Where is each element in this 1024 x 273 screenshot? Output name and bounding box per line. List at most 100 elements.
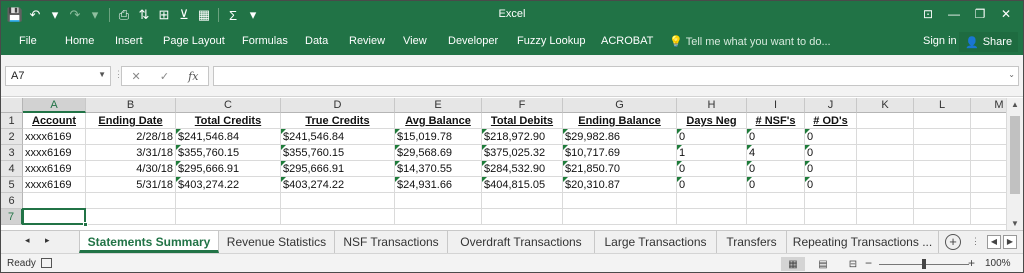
column-header-e[interactable]: E [395, 98, 482, 113]
sheet-tab[interactable]: Large Transactions [595, 231, 717, 253]
tab-home[interactable]: Home [65, 35, 94, 47]
column-header-c[interactable]: C [176, 98, 281, 113]
empty-cell[interactable] [857, 209, 914, 225]
sheet-tab[interactable]: Overdraft Transactions [448, 231, 595, 253]
data-cell[interactable]: $10,717.69 [563, 145, 677, 161]
zoom-knob[interactable] [922, 259, 926, 269]
close-icon[interactable]: ✕ [993, 4, 1019, 24]
column-header-g[interactable]: G [563, 98, 677, 113]
data-cell[interactable]: $403,274.22 [176, 177, 281, 193]
data-cell[interactable]: 4 [747, 145, 805, 161]
column-header-i[interactable]: I [747, 98, 805, 113]
row-header-2[interactable]: 2 [1, 129, 23, 145]
column-header-f[interactable]: F [482, 98, 563, 113]
empty-cell[interactable] [914, 209, 971, 225]
data-cell[interactable]: $295,666.91 [281, 161, 395, 177]
data-cell[interactable]: 0 [805, 161, 857, 177]
tab-formulas[interactable]: Formulas [242, 35, 288, 47]
empty-cell[interactable] [914, 145, 971, 161]
data-cell[interactable]: $29,982.86 [563, 129, 677, 145]
row-header-3[interactable]: 3 [1, 145, 23, 161]
empty-cell[interactable] [805, 209, 857, 225]
empty-cell[interactable] [805, 193, 857, 209]
empty-cell[interactable] [395, 209, 482, 225]
tab-fuzzy-lookup[interactable]: Fuzzy Lookup [517, 35, 585, 47]
empty-cell[interactable] [281, 193, 395, 209]
empty-cell[interactable] [281, 209, 395, 225]
data-cell[interactable]: 1 [677, 145, 747, 161]
data-cell[interactable]: $15,019.78 [395, 129, 482, 145]
data-cell[interactable]: $355,760.15 [281, 145, 395, 161]
share-button[interactable]: 👤 Share [959, 32, 1019, 52]
scroll-thumb[interactable] [1010, 116, 1020, 194]
header-cell[interactable]: Avg Balance [395, 113, 482, 129]
data-cell[interactable]: $295,666.91 [176, 161, 281, 177]
empty-cell[interactable] [176, 209, 281, 225]
data-cell[interactable]: 2/28/18 [86, 129, 176, 145]
scroll-up-icon[interactable]: ▲ [1007, 100, 1023, 109]
tab-file[interactable]: File [19, 35, 37, 47]
new-sheet-icon[interactable]: + [945, 234, 961, 250]
select-all-corner[interactable] [1, 98, 23, 113]
page-layout-view-icon[interactable]: ▤ [811, 257, 835, 271]
sign-in-link[interactable]: Sign in [923, 35, 957, 47]
row-header-4[interactable]: 4 [1, 161, 23, 177]
minimize-icon[interactable]: — [941, 4, 967, 24]
data-cell[interactable]: $24,931.66 [395, 177, 482, 193]
row-header-6[interactable]: 6 [1, 193, 23, 209]
zoom-in-icon[interactable]: + [968, 256, 975, 270]
tab-acrobat[interactable]: ACROBAT [601, 35, 653, 47]
column-header-l[interactable]: L [914, 98, 971, 113]
data-cell[interactable]: $21,850.70 [563, 161, 677, 177]
next-sheet-icon[interactable]: ▸ [45, 235, 50, 246]
empty-cell[interactable] [857, 145, 914, 161]
empty-cell[interactable] [857, 113, 914, 129]
header-cell[interactable]: # OD's [805, 113, 857, 129]
sheet-tab[interactable]: Transfers [717, 231, 787, 253]
sheet-tab[interactable]: Repeating Transactions ... [787, 231, 939, 253]
zoom-slider[interactable]: − + [865, 256, 975, 272]
header-cell[interactable]: True Credits [281, 113, 395, 129]
name-box[interactable]: A7 ▼ [5, 66, 111, 86]
name-box-dropdown-icon[interactable]: ▼ [98, 70, 106, 79]
header-cell[interactable]: Ending Balance [563, 113, 677, 129]
data-cell[interactable]: xxxx6169 [23, 177, 86, 193]
data-cell[interactable]: 0 [747, 161, 805, 177]
data-cell[interactable]: 5/31/18 [86, 177, 176, 193]
tell-me-search[interactable]: 💡 Tell me what you want to do... [669, 35, 831, 48]
data-cell[interactable]: $241,546.84 [176, 129, 281, 145]
header-cell[interactable]: Account [23, 113, 86, 129]
empty-cell[interactable] [86, 193, 176, 209]
data-cell[interactable]: 0 [677, 129, 747, 145]
empty-cell[interactable] [176, 193, 281, 209]
column-header-a[interactable]: A [23, 98, 86, 113]
data-cell[interactable]: 0 [677, 177, 747, 193]
data-cell[interactable]: 0 [805, 129, 857, 145]
data-cell[interactable]: $404,815.05 [482, 177, 563, 193]
enter-icon[interactable]: ✓ [160, 70, 169, 83]
empty-cell[interactable] [747, 209, 805, 225]
empty-cell[interactable] [482, 209, 563, 225]
empty-cell[interactable] [482, 193, 563, 209]
fill-handle[interactable] [83, 222, 88, 227]
empty-cell[interactable] [747, 193, 805, 209]
tab-developer[interactable]: Developer [448, 35, 498, 47]
insert-function-icon[interactable]: fx [188, 70, 198, 83]
empty-cell[interactable] [914, 161, 971, 177]
horizontal-scrollbar[interactable]: ◀ ▶ [987, 235, 1021, 249]
scroll-right-icon[interactable]: ▶ [1003, 235, 1017, 249]
data-cell[interactable]: 0 [805, 177, 857, 193]
empty-cell[interactable] [677, 209, 747, 225]
column-header-k[interactable]: K [857, 98, 914, 113]
data-cell[interactable]: 0 [747, 177, 805, 193]
header-cell[interactable]: # NSF's [747, 113, 805, 129]
row-header-7[interactable]: 7 [1, 209, 23, 225]
data-cell[interactable]: xxxx6169 [23, 129, 86, 145]
data-cell[interactable]: xxxx6169 [23, 145, 86, 161]
column-header-d[interactable]: D [281, 98, 395, 113]
data-cell[interactable]: xxxx6169 [23, 161, 86, 177]
data-cell[interactable]: $20,310.87 [563, 177, 677, 193]
data-cell[interactable]: $29,568.69 [395, 145, 482, 161]
empty-cell[interactable] [563, 209, 677, 225]
empty-cell[interactable] [857, 129, 914, 145]
